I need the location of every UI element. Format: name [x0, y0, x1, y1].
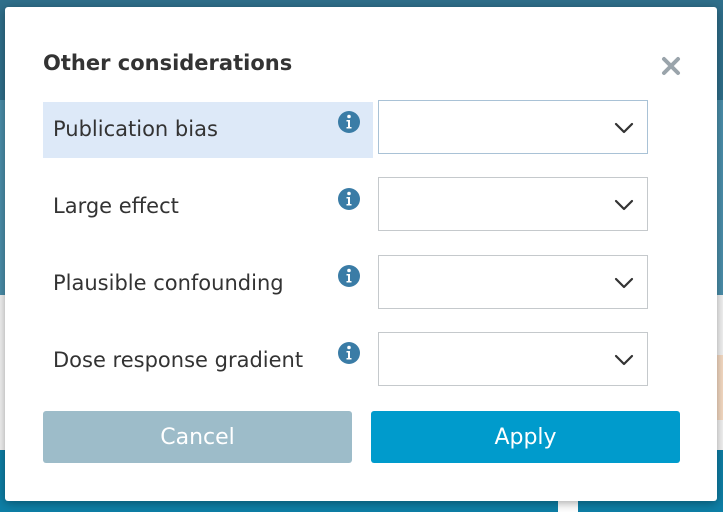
info-icon[interactable] [337, 110, 361, 134]
info-icon[interactable] [337, 264, 361, 288]
info-icon[interactable] [337, 187, 361, 211]
field-row-large-effect: Large effect [43, 179, 373, 235]
field-label-large-effect: Large effect [53, 194, 179, 218]
chevron-down-icon [614, 354, 634, 366]
field-row-publication-bias: Publication bias [43, 102, 373, 158]
chevron-down-icon [614, 277, 634, 289]
field-label-dose-response-gradient: Dose response gradient [53, 348, 304, 372]
apply-button[interactable]: Apply [371, 411, 680, 463]
chevron-down-icon [614, 199, 634, 211]
field-row-plausible-confounding: Plausible confounding [43, 256, 373, 312]
large-effect-select[interactable] [378, 177, 648, 231]
other-considerations-dialog: Other considerations Publication bias La… [5, 7, 717, 501]
cancel-button[interactable]: Cancel [43, 411, 352, 463]
info-icon[interactable] [337, 341, 361, 365]
publication-bias-select[interactable] [378, 100, 648, 154]
close-button[interactable] [656, 51, 686, 81]
close-icon [662, 57, 680, 75]
dialog-title: Other considerations [43, 51, 293, 75]
field-label-plausible-confounding: Plausible confounding [53, 271, 284, 295]
plausible-confounding-select[interactable] [378, 255, 648, 309]
chevron-down-icon [614, 122, 634, 134]
field-row-dose-response-gradient: Dose response gradient [43, 333, 373, 389]
field-label-publication-bias: Publication bias [53, 117, 218, 141]
dose-response-gradient-select[interactable] [378, 332, 648, 386]
